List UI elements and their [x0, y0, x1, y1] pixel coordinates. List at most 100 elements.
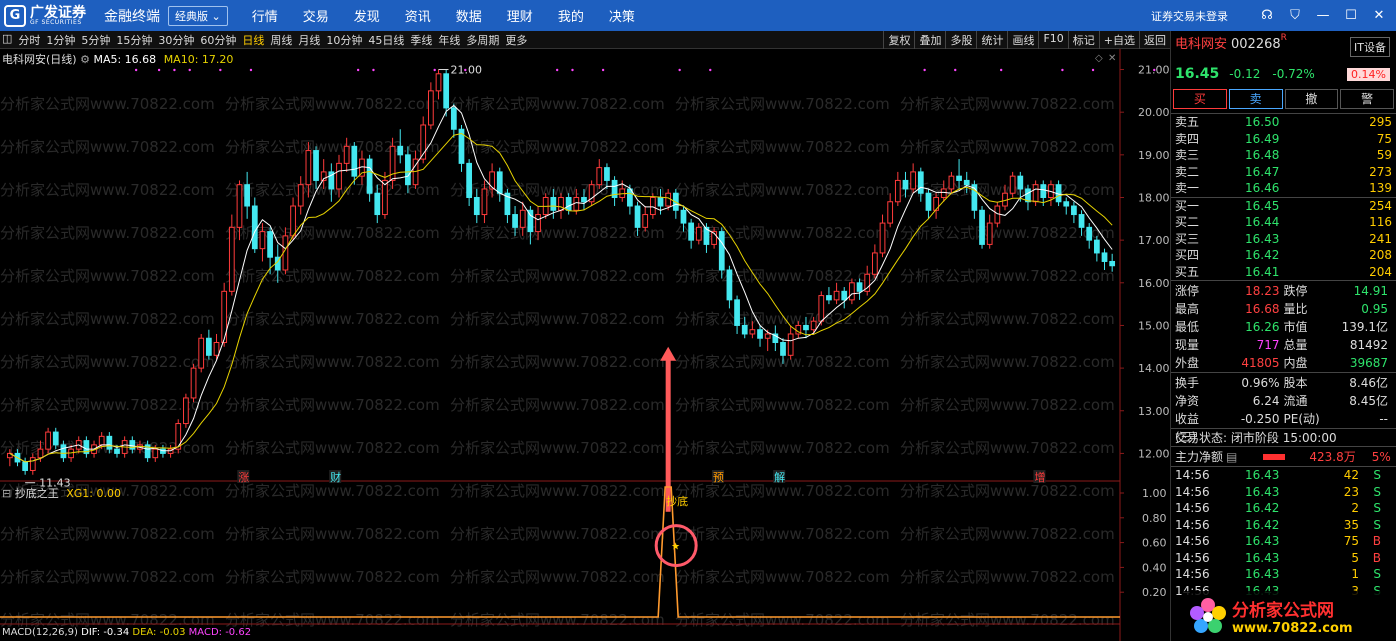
- watermark-text: 分析家公式网www.70822.com: [900, 396, 1115, 414]
- tool-button[interactable]: F10: [1038, 31, 1067, 49]
- period-tab[interactable]: 1分钟: [46, 32, 75, 48]
- tool-button[interactable]: 返回: [1139, 31, 1170, 49]
- tool-button[interactable]: 标记: [1067, 31, 1099, 49]
- book-row[interactable]: 卖三 16.48 59: [1171, 147, 1396, 164]
- sector-button[interactable]: IT设备: [1350, 37, 1390, 57]
- alert-button[interactable]: 警: [1340, 89, 1394, 109]
- period-tab[interactable]: 30分钟: [158, 32, 194, 48]
- nav-item[interactable]: 理财: [507, 6, 533, 25]
- watermark-text: 分析家公式网www.70822.com: [0, 353, 215, 371]
- collapse-icon[interactable]: ⊟: [2, 487, 11, 500]
- tick-list[interactable]: 14:56 16.43 42 S 14:56 16.43 23 S 14:56 16.42 2 S 14…: [1171, 466, 1396, 599]
- tool-button[interactable]: +自选: [1098, 31, 1139, 49]
- nav-item[interactable]: 数据: [456, 6, 482, 25]
- period-tab[interactable]: 更多: [505, 32, 527, 48]
- candle-body: [917, 171, 924, 194]
- period-tabs: ◫ 分时 1分钟 5分钟 15分钟 30分钟 60分钟 日线 周线 月线 10分钟 45日线 季线 年线多…: [0, 32, 533, 48]
- cancel-order-button[interactable]: 撤: [1284, 89, 1339, 109]
- event-tag[interactable]: 预: [713, 471, 724, 484]
- y-tick-label: 13.00: [1138, 405, 1170, 418]
- settings-icon[interactable]: ⚙: [80, 53, 90, 66]
- book-row[interactable]: 卖一 16.46 139: [1171, 180, 1396, 197]
- nav-item[interactable]: 行情: [252, 6, 278, 25]
- candle-body: [1017, 175, 1024, 190]
- period-tab[interactable]: 月线: [298, 32, 320, 48]
- period-tab[interactable]: 5分钟: [81, 32, 110, 48]
- candle-body: [228, 226, 235, 292]
- broker-logo[interactable]: G 广发证券 GF SECURITIES: [0, 4, 100, 27]
- tick-price: 16.42: [1245, 517, 1280, 532]
- period-tab[interactable]: 15分钟: [116, 32, 152, 48]
- watermark-text: 分析家公式网www.70822.com: [450, 568, 665, 586]
- event-tag[interactable]: 增: [1034, 470, 1045, 484]
- tick-side: S: [1373, 484, 1381, 499]
- stat-value: 139.1亿: [1341, 320, 1388, 334]
- tool-button[interactable]: 复权: [883, 31, 914, 49]
- candle-body: [757, 329, 763, 339]
- close-icon[interactable]: ✕: [1372, 8, 1386, 23]
- shirt-icon[interactable]: ⛉: [1288, 8, 1302, 23]
- login-status-link[interactable]: 证券交易未登录: [1151, 8, 1228, 24]
- tool-button[interactable]: 多股: [945, 31, 976, 49]
- tool-button[interactable]: 叠加: [914, 31, 945, 49]
- event-tag[interactable]: 解: [774, 470, 785, 484]
- period-tab[interactable]: 日线: [242, 32, 264, 48]
- maximize-icon[interactable]: ☐: [1344, 8, 1358, 23]
- period-tab[interactable]: 年线: [438, 32, 460, 48]
- period-tab[interactable]: 45日线: [368, 32, 404, 48]
- book-row[interactable]: 卖二 16.47 273: [1171, 164, 1396, 181]
- sell-button[interactable]: 卖: [1228, 89, 1283, 109]
- chart-tools: 复权 叠加 多股 统计 画线 F10 标记 +自选 返回: [883, 31, 1170, 49]
- candle-body: [642, 214, 649, 228]
- watermark-text: 分析家公式网www.70822.com: [225, 482, 440, 500]
- edition-dropdown[interactable]: 经典版 ⌄: [168, 5, 228, 26]
- kline-chart[interactable]: 分析家公式网www.70822.com 分析家公式网www.70822.com 分析…: [0, 49, 1170, 641]
- diamond-icon[interactable]: ◇: [1095, 53, 1103, 64]
- dea-label: DEA: -0.03: [132, 627, 186, 638]
- period-tab[interactable]: 多周期: [466, 32, 499, 48]
- ma5-label: MA5: 16.68: [93, 53, 157, 66]
- book-row[interactable]: 买四 16.42 208: [1171, 247, 1396, 264]
- headset-icon[interactable]: ☊: [1260, 8, 1274, 23]
- minimize-icon[interactable]: —: [1316, 8, 1330, 23]
- book-row[interactable]: 买二 16.44 116: [1171, 214, 1396, 231]
- candle-body: [29, 457, 36, 471]
- chart-area[interactable]: 分析家公式网www.70822.com 分析家公式网www.70822.com 分析…: [0, 49, 1170, 641]
- candle-body: [435, 73, 442, 92]
- period-tab[interactable]: 分时: [18, 32, 40, 48]
- nav-item[interactable]: 决策: [609, 6, 635, 25]
- candle-body: [37, 448, 44, 459]
- nav-item[interactable]: 发现: [354, 6, 380, 25]
- stat-cell: 市值 139.1亿: [1284, 318, 1393, 336]
- period-tab[interactable]: 季线: [410, 32, 432, 48]
- nav-item[interactable]: 资讯: [405, 6, 431, 25]
- stat-cell: 换手 0.96%: [1175, 374, 1284, 392]
- nav-item[interactable]: 我的: [558, 6, 584, 25]
- book-row[interactable]: 买一 16.45 254: [1171, 198, 1396, 215]
- candle-body: [986, 222, 993, 245]
- event-tag[interactable]: 涨: [238, 471, 249, 484]
- panel-toggle-icon[interactable]: ◫: [2, 32, 12, 48]
- tool-button[interactable]: 统计: [976, 31, 1007, 49]
- event-tag[interactable]: 财: [330, 470, 341, 484]
- stat-row: 涨停 18.23 跌停 14.91: [1171, 282, 1396, 300]
- book-row[interactable]: 卖五 16.50 295: [1171, 114, 1396, 131]
- book-row[interactable]: 卖四 16.49 75: [1171, 131, 1396, 148]
- nav-item[interactable]: 交易: [303, 6, 329, 25]
- buy-button[interactable]: 买: [1173, 89, 1227, 109]
- chart-close-icon[interactable]: ✕: [1108, 53, 1116, 64]
- book-row[interactable]: 买五 16.41 204: [1171, 264, 1396, 281]
- watermark-text: 分析家公式网www.70822.com: [225, 267, 440, 285]
- book-row[interactable]: 买三 16.43 241: [1171, 231, 1396, 248]
- book-level: 买四: [1175, 248, 1200, 262]
- candle-body: [1040, 184, 1047, 198]
- period-tab[interactable]: 周线: [270, 32, 292, 48]
- candle-body: [902, 179, 909, 190]
- period-tab[interactable]: 10分钟: [326, 32, 362, 48]
- tool-button[interactable]: 画线: [1007, 31, 1038, 49]
- arrow-shaft: [665, 359, 671, 512]
- candle-body: [871, 252, 878, 275]
- stat-row: 最低 16.26 市值 139.1亿: [1171, 318, 1396, 336]
- fund-menu-icon[interactable]: ▤: [1226, 447, 1237, 467]
- period-tab[interactable]: 60分钟: [200, 32, 236, 48]
